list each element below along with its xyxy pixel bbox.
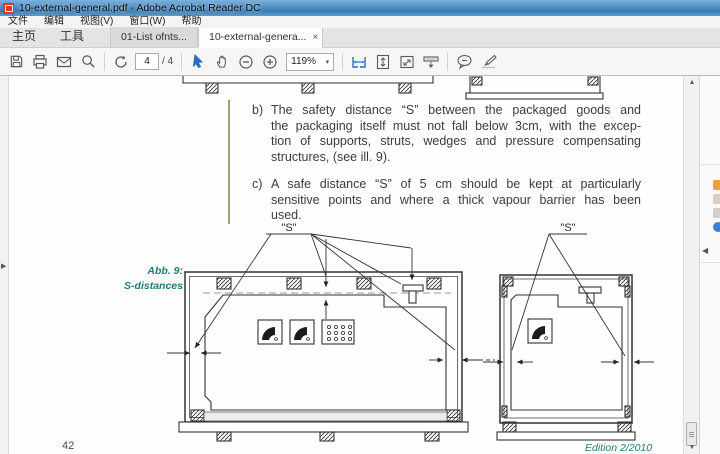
hand-tool-button[interactable] — [210, 51, 234, 73]
zoom-out-icon — [238, 54, 254, 70]
doc-tab-active[interactable]: 10-external-genera... × — [198, 28, 323, 48]
s-distance-label-left: "S" — [269, 222, 309, 234]
main-toolbar: / 4 119% ▾ — [0, 48, 720, 76]
zoom-in-button[interactable] — [258, 51, 282, 73]
toolbar-separator — [447, 53, 448, 71]
zoom-out-button[interactable] — [234, 51, 258, 73]
tab-close-icon[interactable]: × — [312, 33, 318, 43]
comment-button[interactable] — [452, 51, 476, 73]
scroll-mode-button[interactable] — [419, 51, 443, 73]
save-icon — [9, 54, 24, 69]
tab-bar: 主页 工具 01-List ofnts... 10-external-gener… — [0, 28, 720, 48]
panel-divider — [700, 262, 720, 263]
page-nav-icon — [113, 54, 129, 70]
title-bar[interactable]: 10-external-general.pdf - Adobe Acrobat … — [0, 0, 720, 16]
pdf-page[interactable]: b) The safety distance “S” between the p… — [9, 76, 683, 454]
export-pdf-icon[interactable] — [713, 180, 720, 190]
zoom-level-dropdown[interactable]: 119% ▾ — [286, 53, 334, 71]
select-tool-button[interactable] — [186, 51, 210, 73]
paragraph-c-line: sensitive points and where a thick vapou… — [271, 193, 641, 209]
s-distance-label-right: "S" — [548, 222, 588, 234]
paragraph-b-line: the packaging itself must not fall below… — [271, 119, 641, 135]
tab-tools[interactable]: 工具 — [48, 27, 96, 47]
left-panel-expand-icon[interactable]: ▶ — [1, 262, 6, 270]
paragraph-b-line: structures, (see ill. 9). — [271, 150, 641, 166]
scrollbar-thumb[interactable] — [686, 422, 697, 446]
highlight-pen-icon — [480, 54, 497, 69]
paragraph-b-line: tion of supports, struts, wedges and pre… — [271, 134, 641, 150]
right-panel-expand-icon[interactable]: ◀ — [702, 246, 708, 255]
email-button[interactable] — [52, 51, 76, 73]
page-nav-button[interactable] — [109, 51, 133, 73]
save-button[interactable] — [4, 51, 28, 73]
pdf-app-icon — [3, 3, 14, 14]
scroll-mode-icon — [422, 54, 440, 70]
page-number-input[interactable] — [135, 53, 159, 70]
full-screen-button[interactable] — [395, 51, 419, 73]
paragraph-c-line: A safe distance “S” of 5 cm should be ke… — [271, 177, 641, 193]
select-cursor-icon — [191, 54, 205, 69]
revision-change-bar — [228, 100, 230, 224]
document-canvas: ▶ — [0, 76, 720, 454]
scroll-up-icon[interactable]: ▲ — [684, 79, 700, 86]
right-panel-strip[interactable]: ◀ — [699, 76, 720, 454]
tab-home[interactable]: 主页 — [0, 27, 48, 47]
paragraph-c-label: c) — [252, 177, 262, 191]
create-pdf-icon[interactable] — [713, 194, 720, 204]
doc-tab-active-label: 10-external-genera... — [209, 28, 306, 47]
toolbar-separator — [342, 53, 343, 71]
email-icon — [56, 54, 72, 70]
doc-tab-inactive[interactable]: 01-List ofnts... — [110, 27, 198, 47]
panel-divider — [700, 164, 720, 165]
scroll-down-icon[interactable]: ▼ — [684, 444, 700, 451]
paragraph-b-label: b) — [252, 103, 263, 117]
window-title: 10-external-general.pdf - Adobe Acrobat … — [19, 2, 261, 14]
chevron-down-icon: ▾ — [326, 58, 330, 66]
toolbar-separator — [104, 53, 105, 71]
figure-caption-text: S-distances — [117, 279, 183, 294]
paragraph-b: The safety distance “S” between the pack… — [271, 103, 641, 165]
document-page-number: 42 — [62, 440, 74, 452]
fit-width-icon — [351, 54, 367, 70]
zoom-in-icon — [262, 54, 278, 70]
menu-bar: 文件 编辑 视图(V) 窗口(W) 帮助 — [0, 16, 720, 28]
vertical-scrollbar[interactable]: ▲ ▼ — [683, 76, 699, 454]
print-icon — [32, 54, 48, 70]
fit-width-button[interactable] — [347, 51, 371, 73]
edit-pdf-icon[interactable] — [713, 208, 720, 218]
figure-caption-number: Abb. 9: — [117, 264, 183, 279]
doc-tab-inactive-label: 01-List ofnts... — [121, 28, 187, 47]
figure-caption: Abb. 9: S-distances — [117, 264, 183, 294]
search-button[interactable] — [76, 51, 100, 73]
toolbar-separator — [181, 53, 182, 71]
page-total-label: / 4 — [162, 56, 173, 67]
search-icon — [81, 54, 96, 69]
full-screen-icon — [399, 54, 415, 70]
left-panel-strip[interactable]: ▶ — [0, 76, 9, 454]
paragraph-c: A safe distance “S” of 5 cm should be ke… — [271, 177, 641, 224]
highlight-button[interactable] — [476, 51, 500, 73]
zoom-level-value: 119% — [291, 56, 316, 67]
comment-bubble-icon — [456, 54, 473, 69]
comment-tool-icon[interactable] — [713, 222, 720, 232]
paragraph-b-line: The safety distance “S” between the pack… — [271, 103, 641, 119]
print-button[interactable] — [28, 51, 52, 73]
hand-tool-icon — [215, 54, 230, 69]
acrobat-window: 10-external-general.pdf - Adobe Acrobat … — [0, 0, 720, 454]
fit-page-button[interactable] — [371, 51, 395, 73]
fit-page-icon — [375, 54, 391, 70]
edition-label: Edition 2/2010 — [585, 442, 652, 454]
